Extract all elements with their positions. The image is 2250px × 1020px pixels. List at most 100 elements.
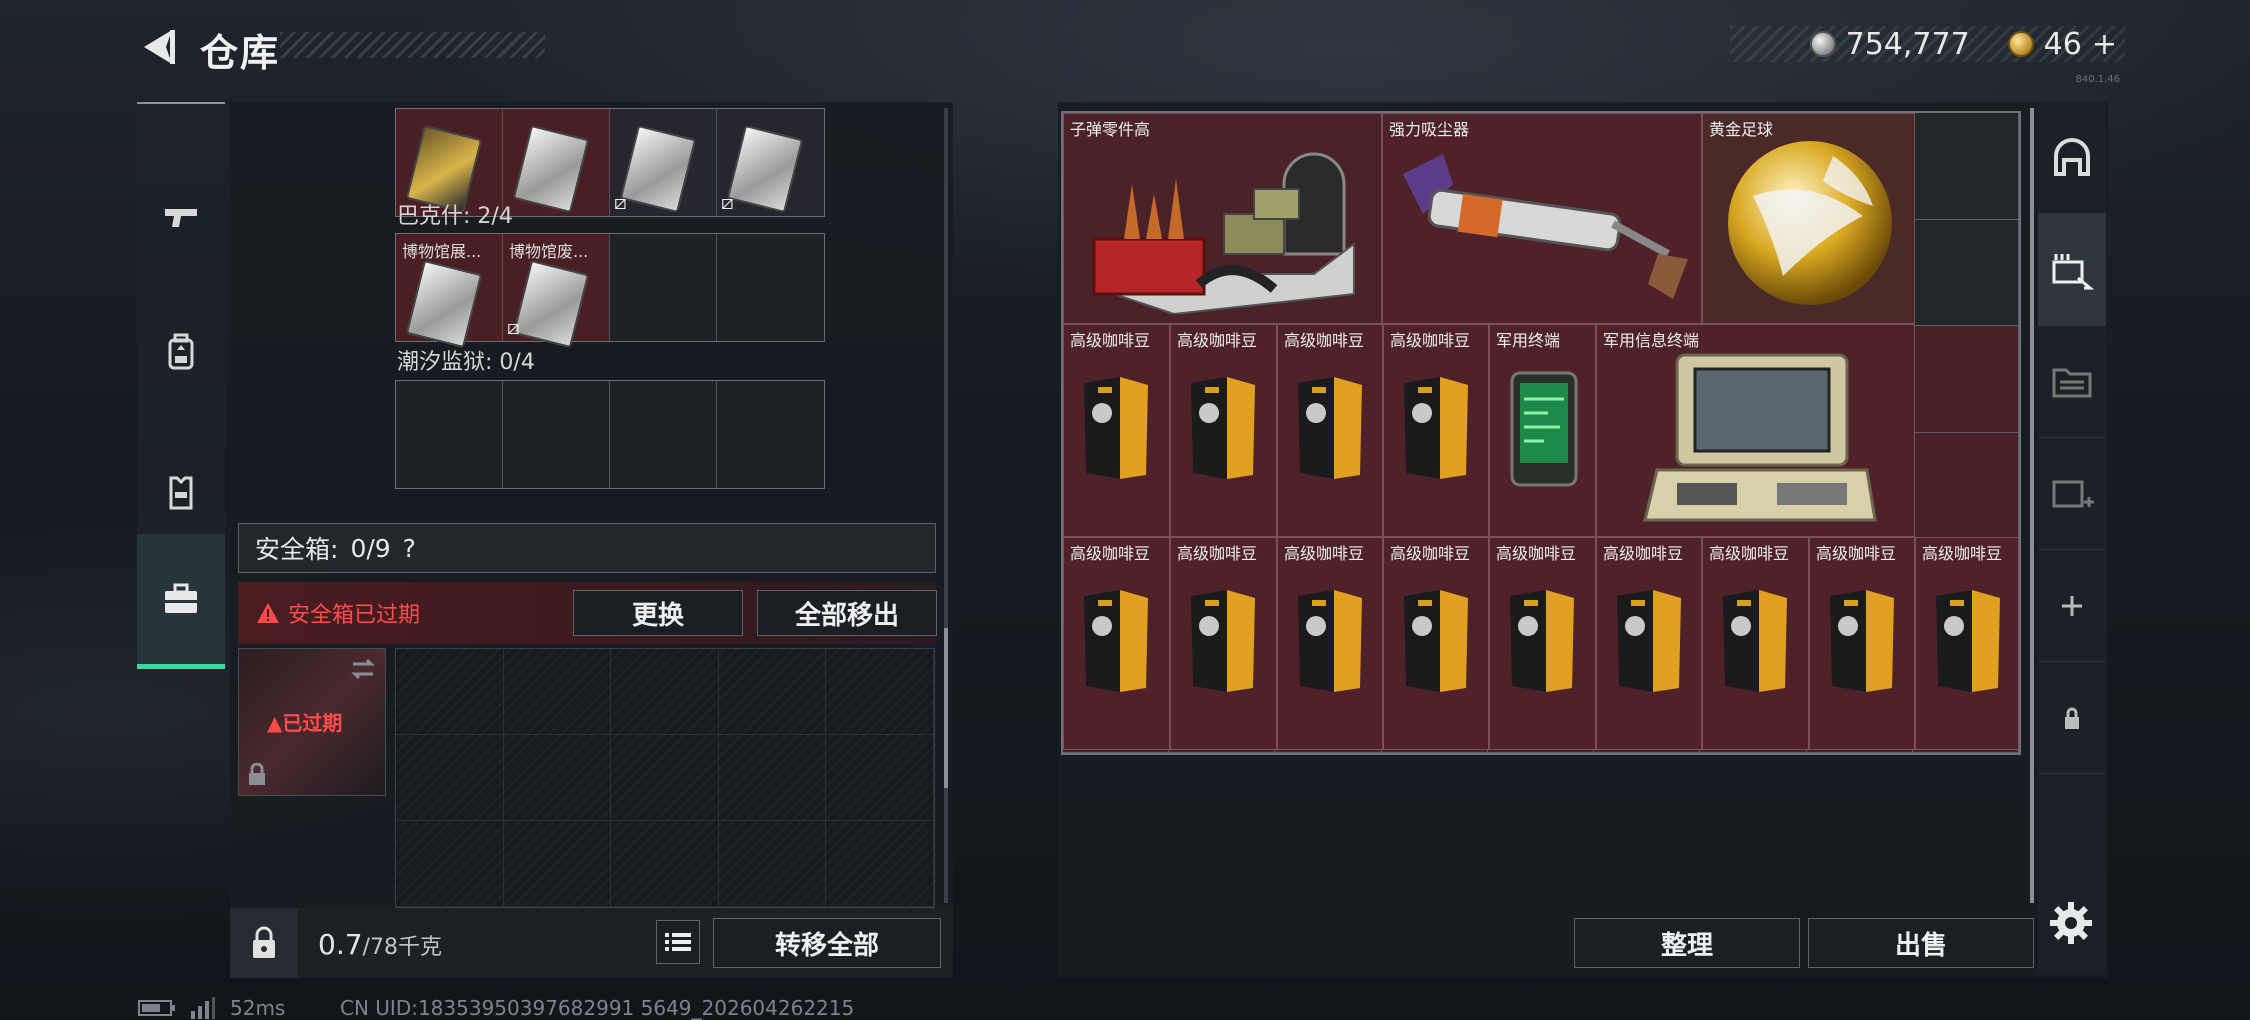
item-label: 高级咖啡豆 — [1390, 544, 1471, 563]
gold-coin-icon — [2007, 31, 2034, 57]
item-vacuum[interactable]: 强力吸尘器 — [1382, 113, 1702, 324]
item-military-terminal[interactable]: 军用终端 — [1489, 324, 1596, 537]
item-transfer-icon — [2052, 253, 2094, 289]
section-bakeshen: 巴克什: 2/4 — [397, 204, 513, 229]
item-coffee-beans[interactable]: 高级咖啡豆 — [1596, 537, 1702, 750]
empty-slot[interactable] — [503, 381, 610, 488]
vacuum-icon — [1403, 154, 1688, 299]
empty-slot[interactable] — [717, 234, 824, 341]
padlock-icon — [253, 926, 275, 958]
item-coffee-beans[interactable]: 高级咖啡豆 — [1915, 537, 2019, 750]
item-label: 高级咖啡豆 — [1177, 331, 1258, 350]
signal-icon — [191, 997, 215, 1019]
tab-locked[interactable] — [2038, 662, 2106, 774]
item-coffee-beans[interactable]: 高级咖啡豆 — [1063, 324, 1170, 537]
item-coffee-beans[interactable]: 高级咖啡豆 — [1277, 324, 1383, 537]
item-label: 博物馆展... — [402, 242, 482, 261]
tab-item-transfer[interactable] — [2038, 214, 2106, 326]
currency-bar: 754,777 46 + — [1730, 26, 2125, 62]
item-coffee-beans[interactable]: 高级咖啡豆 — [1170, 324, 1277, 537]
item-label: 高级咖啡豆 — [1177, 544, 1258, 563]
keycard-icon — [619, 124, 697, 214]
sell-button[interactable]: 出售 — [1808, 918, 2034, 968]
ammo-box-icon — [1092, 152, 1355, 314]
coffee-bag-icon — [1404, 377, 1468, 479]
stash-arch-icon — [2054, 137, 2090, 176]
silver-coin-icon — [1809, 31, 1836, 57]
tab-safebox[interactable] — [137, 534, 225, 669]
coffee-bag-icon — [1404, 590, 1468, 692]
safebox-slot[interactable]: ▲已过期 — [238, 648, 386, 796]
warning-icon — [257, 603, 279, 623]
tab-add-container[interactable] — [2038, 438, 2106, 550]
item-coffee-beans[interactable]: 高级咖啡豆 — [1277, 537, 1383, 750]
safebox-title: 安全箱: — [255, 535, 339, 564]
empty-slot[interactable] — [610, 234, 717, 341]
settings-gear-icon[interactable] — [2048, 900, 2094, 946]
left-tab-bar — [137, 102, 225, 672]
move-all-out-button[interactable]: 全部移出 — [757, 590, 937, 636]
item-slot[interactable]: ⧄ — [610, 109, 717, 216]
item-coffee-beans[interactable]: 高级咖啡豆 — [1489, 537, 1596, 750]
safebox-grid — [395, 648, 935, 908]
coffee-bag-icon — [1830, 590, 1894, 692]
empty-slot[interactable] — [396, 381, 503, 488]
lock-button[interactable] — [230, 908, 298, 978]
coffee-bag-icon — [1084, 590, 1148, 692]
status-bar: 52ms — [138, 996, 285, 1020]
container-grid-chaoxi — [395, 380, 825, 489]
stash-scrollbar[interactable] — [2030, 108, 2034, 903]
gold-add-button[interactable]: + — [2092, 27, 2117, 62]
item-label: 军用终端 — [1496, 331, 1561, 350]
tab-backpack[interactable] — [137, 284, 225, 419]
item-coffee-beans[interactable]: 高级咖啡豆 — [1063, 537, 1170, 750]
empty-slot[interactable] — [610, 381, 717, 488]
item-ammo-parts-box[interactable]: 子弹零件高 — [1063, 113, 1382, 324]
item-coffee-beans[interactable]: 高级咖啡豆 — [1702, 537, 1809, 750]
folder-icon — [2052, 368, 2092, 397]
tab-stash[interactable] — [2038, 102, 2106, 214]
coffee-bag-icon — [1723, 590, 1787, 692]
item-label: 高级咖啡豆 — [1603, 544, 1684, 563]
stash-tab-bar — [2038, 102, 2106, 972]
title-stripe — [280, 32, 545, 58]
vest-icon — [169, 476, 193, 509]
tab-folder[interactable] — [2038, 326, 2106, 438]
coffee-bag-icon — [1298, 377, 1362, 479]
coffee-bag-icon — [1936, 590, 2000, 692]
item-label: 子弹零件高 — [1070, 120, 1151, 139]
organize-button[interactable]: 整理 — [1574, 918, 1800, 968]
item-military-info-terminal[interactable]: 军用信息终端 — [1596, 324, 1915, 537]
item-coffee-beans[interactable]: 高级咖啡豆 — [1383, 324, 1489, 537]
empty-slot[interactable] — [717, 381, 824, 488]
item-slot[interactable]: ⧄ — [717, 109, 824, 216]
item-slot[interactable]: 博物馆废... ⧄ — [503, 234, 610, 349]
item-label: 高级咖啡豆 — [1284, 544, 1365, 563]
back-arrow-icon[interactable] — [138, 26, 180, 68]
list-view-button[interactable] — [656, 920, 700, 964]
gold-currency-value: 46 — [2043, 26, 2082, 62]
item-slot[interactable]: 博物馆展... — [396, 234, 503, 349]
coffee-bag-icon — [1191, 590, 1255, 692]
lock-icon — [249, 763, 265, 785]
item-golden-football[interactable]: 黄金足球 — [1702, 113, 1915, 324]
tab-weapons[interactable] — [137, 149, 225, 284]
container-grid-bakeshen: 博物馆展... 博物馆废... ⧄ — [395, 233, 825, 349]
inventory-scrollbar[interactable] — [944, 108, 948, 903]
battery-icon — [138, 1000, 175, 1016]
lock-icon — [2065, 707, 2079, 729]
safebox-count: 0/9 — [350, 533, 391, 563]
tab-add[interactable] — [2038, 550, 2106, 662]
transfer-all-button[interactable]: 转移全部 — [713, 918, 941, 968]
item-label: 强力吸尘器 — [1389, 120, 1470, 139]
keycard-icon — [405, 259, 483, 349]
item-label: 高级咖啡豆 — [1284, 331, 1365, 350]
replace-button[interactable]: 更换 — [573, 590, 743, 636]
safebox-header: 安全箱: 0/9 ? — [238, 523, 936, 573]
item-slot[interactable] — [503, 109, 610, 216]
item-coffee-beans[interactable]: 高级咖啡豆 — [1383, 537, 1489, 750]
help-icon[interactable]: ? — [403, 534, 416, 563]
item-coffee-beans[interactable]: 高级咖啡豆 — [1170, 537, 1277, 750]
keycard-icon — [726, 124, 804, 214]
item-coffee-beans[interactable]: 高级咖啡豆 — [1809, 537, 1915, 750]
